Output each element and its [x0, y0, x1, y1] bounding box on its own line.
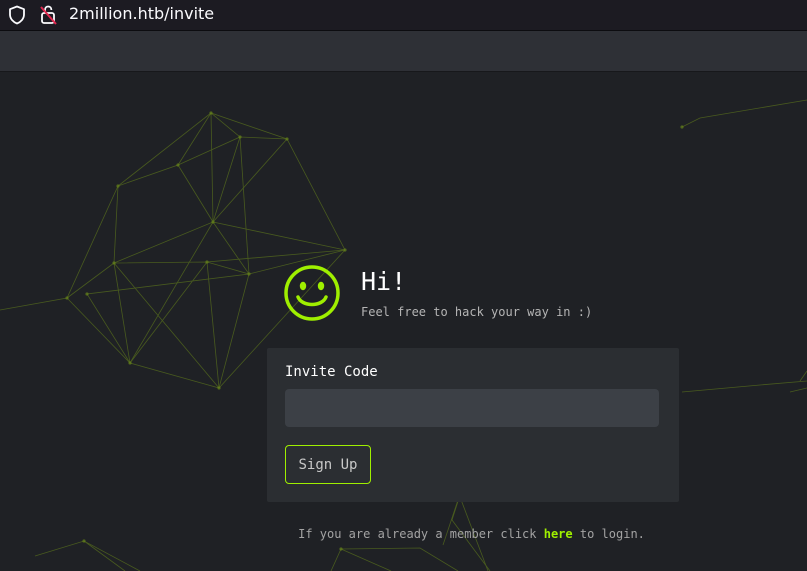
- login-link[interactable]: here: [544, 527, 573, 541]
- sign-up-button[interactable]: Sign Up: [285, 445, 371, 484]
- invite-form-card: Invite Code Sign Up: [267, 348, 679, 502]
- login-hint: If you are already a member click here t…: [0, 526, 807, 542]
- invite-code-label: Invite Code: [285, 364, 378, 380]
- login-hint-prefix: If you are already a member click: [298, 527, 544, 541]
- invite-code-input[interactable]: [285, 389, 659, 427]
- insecure-lock-icon[interactable]: [39, 4, 59, 26]
- browser-url-bar: 2million.htb/invite: [0, 0, 807, 31]
- shield-icon[interactable]: [8, 5, 26, 25]
- page-header-strip: [0, 31, 807, 72]
- smiley-icon: [284, 265, 340, 321]
- page-title: Hi!: [361, 267, 407, 296]
- login-hint-suffix: to login.: [572, 527, 645, 541]
- address-bar-url[interactable]: 2million.htb/invite: [69, 3, 214, 25]
- page-subtitle: Feel free to hack your way in :): [361, 305, 593, 319]
